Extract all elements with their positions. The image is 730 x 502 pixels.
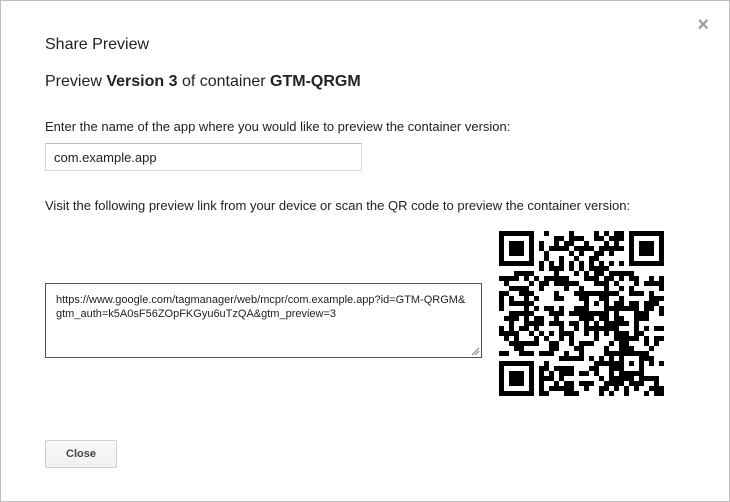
app-name-label: Enter the name of the app where you woul…	[45, 119, 511, 134]
qr-code-icon	[499, 231, 664, 396]
preview-link-label: Visit the following preview link from yo…	[45, 198, 631, 213]
close-button[interactable]: Close	[45, 440, 117, 468]
container-id: GTM-QRGM	[270, 73, 361, 90]
preview-link-textarea[interactable]: https://www.google.com/tagmanager/web/mc…	[45, 283, 482, 358]
resize-grip-icon[interactable]	[470, 346, 480, 356]
version-name: Version 3	[106, 73, 178, 90]
close-icon[interactable]: ×	[697, 15, 709, 35]
subtitle-middle: of container	[177, 73, 271, 90]
dialog-title: Share Preview	[45, 36, 150, 53]
dialog-subtitle: Preview Version 3 of container GTM-QRGM	[45, 73, 361, 91]
share-preview-dialog: × Share Preview Preview Version 3 of con…	[0, 0, 730, 502]
subtitle-prefix: Preview	[45, 73, 107, 90]
app-name-input[interactable]	[45, 143, 362, 171]
